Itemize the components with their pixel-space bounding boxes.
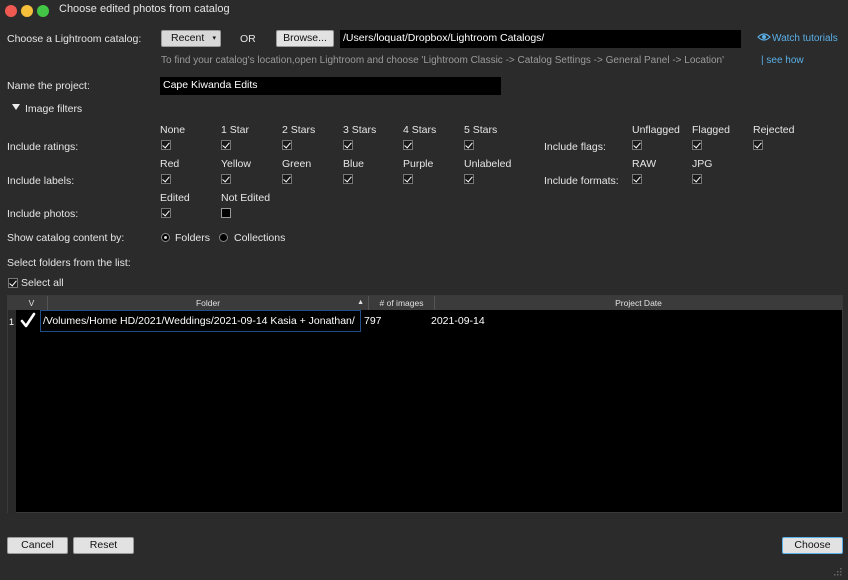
folders-radio-label[interactable]: Folders: [175, 232, 210, 244]
see-how-link[interactable]: | see how: [761, 55, 804, 66]
choose-button[interactable]: Choose: [782, 537, 843, 554]
rating-option-label: 4 Stars: [403, 124, 437, 136]
catalog-label: Choose a Lightroom catalog:: [7, 33, 142, 45]
label-unlabeled-checkbox[interactable]: [464, 174, 474, 184]
row-checkmark-icon[interactable]: [19, 312, 37, 330]
minimize-window-button[interactable]: [21, 5, 33, 17]
label-red-checkbox[interactable]: [161, 174, 171, 184]
labels-label: Include labels:: [7, 175, 75, 187]
catalog-path-field[interactable]: /Users/loquat/Dropbox/Lightroom Catalogs…: [340, 30, 741, 48]
resize-grip-icon[interactable]: [832, 566, 842, 576]
row-number: 1: [9, 317, 15, 327]
label-option-label: Blue: [343, 158, 365, 170]
collections-radio[interactable]: [219, 233, 228, 242]
show-by-label: Show catalog content by:: [7, 232, 125, 244]
sort-ascending-icon: ▲: [357, 299, 364, 306]
rating-none-checkbox[interactable]: [161, 140, 171, 150]
recent-dropdown-label: Recent: [171, 32, 205, 44]
col-header-folder[interactable]: Folder ▲: [48, 296, 369, 310]
format-option-label: JPG: [692, 158, 713, 170]
label-blue-checkbox[interactable]: [343, 174, 353, 184]
format-jpg-checkbox[interactable]: [692, 174, 702, 184]
flag-option-label: Rejected: [753, 124, 795, 136]
row-number-gutter: [8, 310, 16, 514]
rating-option-label: 5 Stars: [464, 124, 498, 136]
folder-cell[interactable]: /Volumes/Home HD/2021/Weddings/2021-09-1…: [40, 310, 361, 332]
rating-1-star-checkbox[interactable]: [221, 140, 231, 150]
col-header-folder-label: Folder: [195, 298, 221, 308]
project-date: 2021-09-14: [431, 315, 485, 327]
rating-option-label: 3 Stars: [343, 124, 377, 136]
flag-unflagged-checkbox[interactable]: [632, 140, 642, 150]
close-window-button[interactable]: [5, 5, 17, 17]
folder-path: /Volumes/Home HD/2021/Weddings/2021-09-1…: [43, 315, 355, 327]
format-option-label: RAW: [632, 158, 657, 170]
rating-4-stars-checkbox[interactable]: [403, 140, 413, 150]
table-row[interactable]: 1 /Volumes/Home HD/2021/Weddings/2021-09…: [8, 310, 842, 334]
catalog-hint: To find your catalog's location,open Lig…: [161, 55, 724, 66]
flag-option-label: Flagged: [692, 124, 730, 136]
col-header-check[interactable]: V: [16, 296, 48, 310]
rating-2-stars-checkbox[interactable]: [282, 140, 292, 150]
project-label: Name the project:: [7, 80, 90, 92]
title-bar: Choose edited photos from catalog: [0, 0, 848, 22]
browse-button[interactable]: Browse...: [276, 30, 334, 47]
formats-label: Include formats:: [544, 175, 619, 187]
photos-option-label: Edited: [160, 192, 190, 204]
label-yellow-checkbox[interactable]: [221, 174, 231, 184]
photos-label: Include photos:: [7, 208, 79, 220]
select-all-label[interactable]: Select all: [21, 277, 64, 289]
flag-rejected-checkbox[interactable]: [753, 140, 763, 150]
dropdown-arrow-icon: ▾: [212, 35, 216, 42]
rating-option-label: None: [160, 124, 186, 136]
col-header-date[interactable]: Project Date: [435, 296, 842, 310]
zoom-window-button[interactable]: [37, 5, 49, 17]
window-title: Choose edited photos from catalog: [59, 3, 230, 15]
folders-radio[interactable]: [161, 233, 170, 242]
label-option-label: Yellow: [221, 158, 251, 170]
flag-flagged-checkbox[interactable]: [692, 140, 702, 150]
watch-tutorials-link[interactable]: Watch tutorials: [772, 33, 838, 44]
flags-label: Include flags:: [544, 141, 606, 153]
cancel-button[interactable]: Cancel: [7, 537, 68, 554]
disclosure-triangle-icon[interactable]: [12, 104, 20, 110]
folders-table[interactable]: V Folder ▲ # of images Project Date 1 /V…: [7, 295, 843, 514]
rating-option-label: 2 Stars: [282, 124, 316, 136]
collections-radio-label[interactable]: Collections: [234, 232, 285, 244]
project-name-field[interactable]: Cape Kiwanda Edits: [160, 77, 501, 95]
recent-dropdown[interactable]: Recent ▾: [161, 30, 221, 47]
label-option-label: Green: [282, 158, 312, 170]
label-purple-checkbox[interactable]: [403, 174, 413, 184]
flag-option-label: Unflagged: [632, 124, 680, 136]
photos-not-edited-checkbox[interactable]: [221, 208, 231, 218]
table-header: V Folder ▲ # of images Project Date: [8, 296, 842, 310]
rating-3-stars-checkbox[interactable]: [343, 140, 353, 150]
image-count: 797: [364, 315, 382, 327]
label-option-label: Unlabeled: [464, 158, 512, 170]
eye-icon[interactable]: [757, 32, 771, 42]
list-label: Select folders from the list:: [7, 257, 131, 269]
label-option-label: Purple: [403, 158, 434, 170]
photos-option-label: Not Edited: [221, 192, 271, 204]
label-option-label: Red: [160, 158, 180, 170]
select-all-checkbox[interactable]: [8, 278, 18, 288]
or-label: OR: [240, 33, 256, 45]
format-raw-checkbox[interactable]: [632, 174, 642, 184]
reset-button[interactable]: Reset: [73, 537, 134, 554]
ratings-label: Include ratings:: [7, 141, 79, 153]
col-header-count[interactable]: # of images: [369, 296, 435, 310]
rating-option-label: 1 Star: [221, 124, 250, 136]
image-filters-toggle[interactable]: Image filters: [25, 103, 82, 115]
photos-edited-checkbox[interactable]: [161, 208, 171, 218]
label-green-checkbox[interactable]: [282, 174, 292, 184]
rating-5-stars-checkbox[interactable]: [464, 140, 474, 150]
